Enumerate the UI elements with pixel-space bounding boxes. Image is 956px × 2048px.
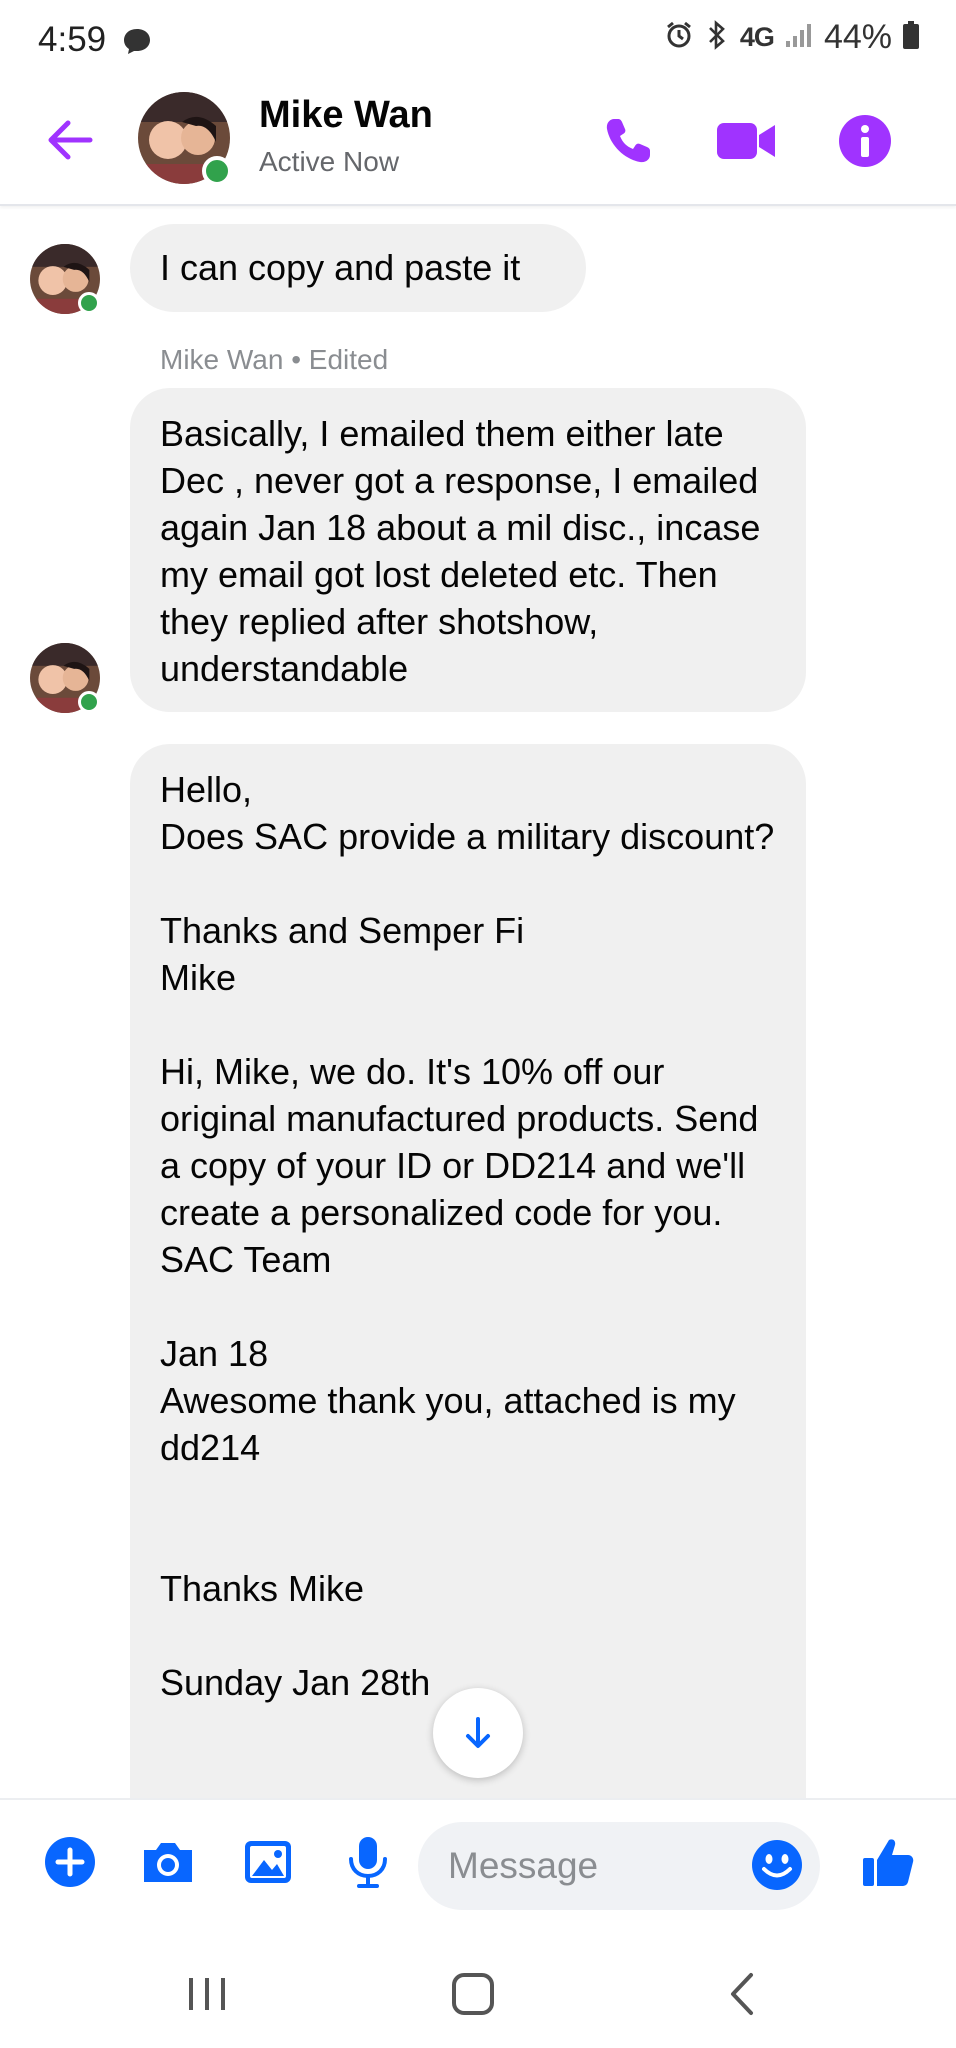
microphone-icon <box>349 1837 387 1888</box>
phone-icon <box>606 119 650 163</box>
status-time: 4:59 <box>38 20 107 59</box>
messenger-screen: 4:59 4G 44% Mike Wan Active Now I can co… <box>0 0 956 2048</box>
home-icon <box>452 1973 494 2015</box>
composer-bar <box>0 1798 956 1932</box>
system-navigation-bar <box>0 1932 956 2048</box>
status-bar: 4:59 4G 44% <box>0 0 956 84</box>
nav-back-button[interactable] <box>706 1968 776 2020</box>
online-indicator <box>78 691 100 713</box>
message-bubble[interactable]: Hello, Does SAC provide a military disco… <box>130 744 806 1798</box>
gallery-button[interactable] <box>238 1832 298 1892</box>
battery-icon <box>902 20 920 55</box>
back-arrow-icon <box>48 120 93 160</box>
message-bubble[interactable]: Basically, I emailed them either late De… <box>130 388 806 712</box>
plus-icon <box>45 1837 95 1887</box>
message-meta: Mike Wan • Edited <box>160 344 389 375</box>
contact-name[interactable]: Mike Wan <box>259 94 433 137</box>
arrow-down-icon <box>466 1717 490 1748</box>
conversation-header: Mike Wan Active Now <box>0 84 956 206</box>
info-icon <box>839 115 891 167</box>
contact-status: Active Now <box>259 146 400 177</box>
emoji-button[interactable] <box>750 1838 804 1892</box>
voice-clip-button[interactable] <box>338 1832 398 1892</box>
bluetooth-icon <box>704 20 730 55</box>
online-indicator <box>202 156 232 186</box>
alarm-icon <box>664 20 694 55</box>
battery-percent: 44% <box>823 18 892 56</box>
message-bubble[interactable]: I can copy and paste it <box>130 224 586 312</box>
scroll-to-bottom-button[interactable] <box>433 1688 523 1778</box>
recent-apps-button[interactable] <box>172 1968 242 2020</box>
video-call-button[interactable] <box>713 108 779 174</box>
status-icons: 4G 44% <box>664 18 920 57</box>
back-button[interactable] <box>40 110 100 170</box>
image-icon <box>245 1841 291 1883</box>
more-actions-button[interactable] <box>40 1832 100 1892</box>
chat-bubble-icon <box>122 26 152 61</box>
back-icon <box>731 1973 753 2015</box>
online-indicator <box>78 292 100 314</box>
thumbs-up-icon <box>863 1839 914 1886</box>
audio-call-button[interactable] <box>595 108 661 174</box>
camera-icon <box>144 1843 192 1882</box>
conversation-info-button[interactable] <box>832 108 898 174</box>
camera-button[interactable] <box>138 1832 198 1892</box>
signal-icon <box>784 21 814 54</box>
recent-apps-icon <box>189 1978 225 2010</box>
emoji-icon <box>752 1840 802 1890</box>
home-button[interactable] <box>438 1968 508 2020</box>
message-list[interactable]: I can copy and paste it Mike Wan • Edite… <box>0 206 956 1798</box>
video-camera-icon <box>717 123 775 159</box>
like-button[interactable] <box>858 1832 918 1892</box>
network-type: 4G <box>739 22 775 52</box>
